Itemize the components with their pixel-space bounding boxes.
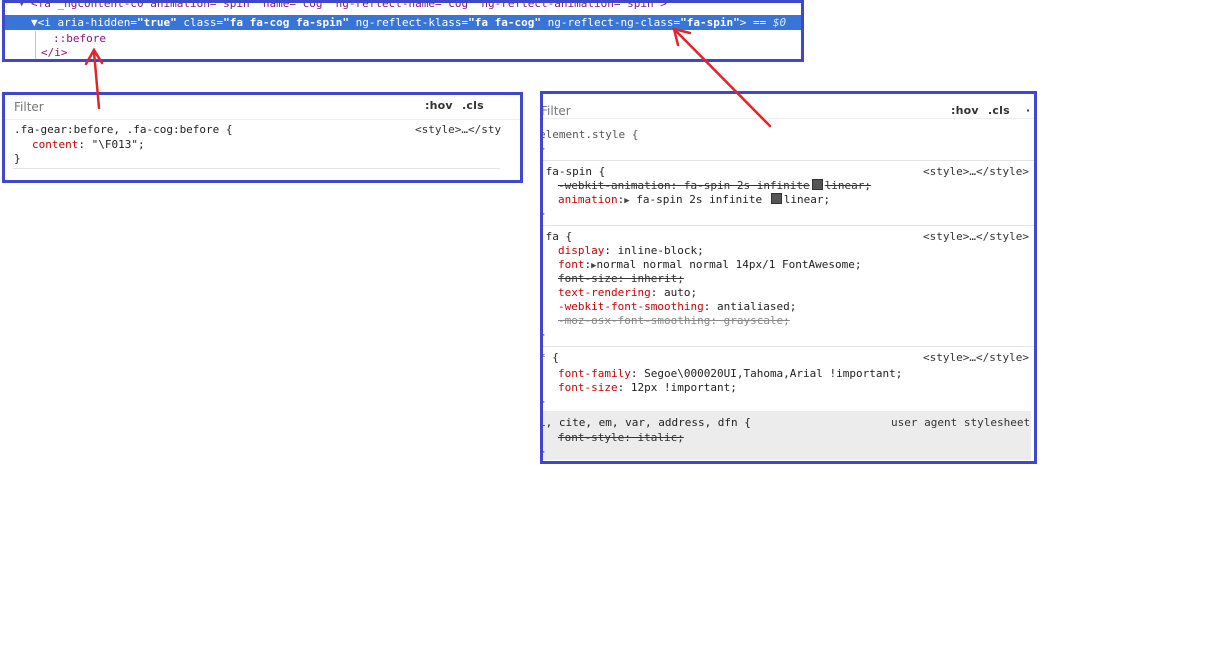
rule-selector-universal: * { [540, 351, 559, 364]
rule-property[interactable]: content: "\F013"; [32, 138, 145, 152]
rule-close-brace: } [543, 142, 546, 156]
dom-close-tag[interactable]: </i> [41, 45, 68, 59]
ua-rule-source: user agent stylesheet [891, 416, 1031, 429]
rule-property-text-rendering[interactable]: text-rendering: auto; [558, 286, 697, 300]
rule-property-webkit-animation[interactable]: -webkit-animation: fa-spin 2s infinite li… [558, 179, 871, 193]
rule-selector-fa-spin: .fa-spin { [540, 165, 606, 178]
rule-property-font-size[interactable]: font-size: inherit; [558, 272, 684, 286]
hov-toggle[interactable]: :hov [951, 104, 979, 117]
rule-property-animation[interactable]: animation:▶ fa-spin 2s infinite linear; [558, 193, 830, 207]
divider [543, 160, 1034, 161]
styles-panel-pseudo: Filter :hov .cls .fa-gear:before, .fa-co… [2, 92, 523, 183]
rule-close-brace: } [14, 152, 21, 165]
rule-source-link[interactable]: <style>…</style> [923, 165, 1029, 178]
user-agent-rule: i, cite, em, var, address, dfn { user ag… [543, 411, 1031, 460]
elements-panel: ▾ <fa _ngcontent-c0 animation="spin" nam… [2, 0, 804, 62]
more-toggle[interactable]: · [1026, 104, 1030, 117]
indent-guide [35, 31, 36, 59]
rule-source-link[interactable]: <style>…</style> [923, 351, 1029, 364]
rule-property-font-size[interactable]: font-size: 12px !important; [558, 381, 737, 395]
expand-arrow-icon[interactable]: ▼ [31, 16, 38, 29]
dom-selected-element[interactable]: ▼<i aria-hidden="true" class="fa fa-cog … [5, 15, 801, 30]
divider [543, 346, 1034, 347]
rule-close-brace: } [543, 445, 546, 459]
rule-property-display[interactable]: display: inline-block; [558, 244, 704, 258]
cls-toggle[interactable]: .cls [988, 104, 1010, 117]
filter-bar: Filter :hov .cls [5, 95, 520, 120]
rule-property-font-family[interactable]: font-family: Segoe\000020UI,Tahoma,Arial… [558, 367, 902, 381]
divider [543, 225, 1034, 226]
ua-rule-property-font-style: font-style: italic; [558, 431, 684, 444]
filter-input[interactable]: Filter [14, 100, 44, 114]
rule-selector-fa: .fa { [540, 230, 573, 243]
rule-close-brace: } [543, 207, 546, 221]
rule-property-moz-osx-font-smoothing[interactable]: -moz-osx-font-smoothing: grayscale; [558, 314, 790, 328]
ua-rule-selector: i, cite, em, var, address, dfn { [540, 416, 751, 429]
rule-selector: .fa-gear:before, .fa-cog:before { [14, 123, 233, 136]
dom-parent-line[interactable]: ▾ <fa _ngcontent-c0 animation="spin" nam… [19, 3, 667, 11]
rule-property-webkit-font-smoothing[interactable]: -webkit-font-smoothing: antialiased; [558, 300, 796, 314]
element-style-selector[interactable]: element.style { [543, 128, 638, 142]
cls-toggle[interactable]: .cls [462, 99, 484, 112]
rule-source-link[interactable]: <style>…</sty [415, 123, 501, 136]
dom-pseudo-before[interactable]: ::before [53, 31, 106, 46]
filter-bar: Filter :hov .cls · [543, 94, 1034, 119]
expand-triangle-icon[interactable]: ▶ [624, 196, 629, 206]
rule-source-link[interactable]: <style>…</style> [923, 230, 1029, 243]
rule-close-brace: } [543, 395, 546, 409]
easing-editor-icon[interactable] [811, 179, 823, 190]
hov-toggle[interactable]: :hov [425, 99, 453, 112]
rule-property-font[interactable]: font:▶normal normal normal 14px/1 FontAw… [558, 258, 861, 272]
filter-input[interactable]: Filter [543, 104, 571, 118]
rule-close-brace: } [543, 328, 546, 342]
easing-editor-icon[interactable] [770, 193, 782, 204]
styles-panel-element: Filter :hov .cls · element.style { } .fa… [540, 91, 1037, 464]
divider [13, 168, 500, 169]
